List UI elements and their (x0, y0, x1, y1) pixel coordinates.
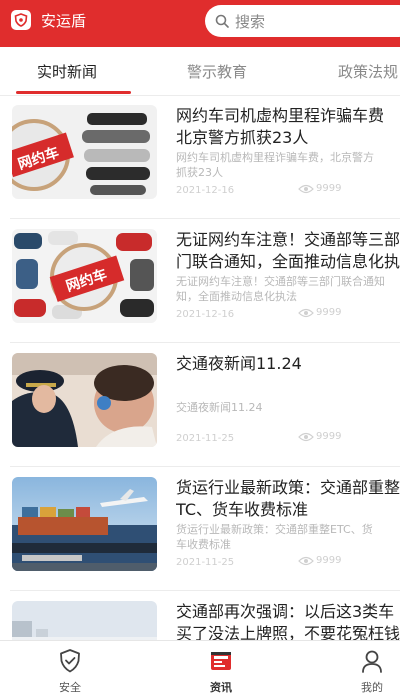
news-title[interactable]: 网约车司机虚构里程诈骗车费 北京警方抓获23人 (176, 105, 400, 149)
app-title: 安运盾 (41, 12, 87, 30)
nav-label: 安全 (59, 681, 81, 694)
user-icon (362, 650, 382, 673)
news-item[interactable]: 交通夜新闻11.24 交通夜新闻11.24 2021-11-25 9999 (0, 343, 400, 467)
news-views: 9999 (298, 555, 341, 566)
eye-icon (298, 308, 314, 317)
bottom-navigation: 安全 资讯 我的 (0, 640, 400, 694)
news-thumbnail (12, 477, 157, 571)
nav-label: 我的 (361, 681, 383, 694)
news-views: 9999 (298, 183, 341, 194)
news-views: 9999 (298, 307, 341, 318)
nav-safety[interactable]: 安全 (30, 641, 110, 694)
category-tabs: 实时新闻 警示教育 政策法规 (0, 47, 400, 96)
search-placeholder: 搜索 (235, 12, 266, 31)
eye-icon (298, 432, 314, 441)
eye-icon (298, 556, 314, 565)
news-item[interactable]: 网约车 网约车司机虚构里程诈骗车费 北京警方抓获23人 网约车司机虚构里程诈骗车… (0, 95, 400, 219)
app-header: 安运盾 搜索 (0, 0, 400, 47)
search-input[interactable]: 搜索 (205, 5, 400, 37)
news-summary: 交通夜新闻11.24 (176, 401, 263, 414)
news-date: 2021-12-16 (176, 309, 235, 320)
nav-label: 资讯 (210, 681, 232, 694)
nav-news[interactable]: 资讯 (181, 641, 261, 694)
tab-warning-education[interactable]: 警示教育 (187, 61, 247, 82)
news-thumbnail (12, 353, 157, 447)
news-title[interactable]: 交通夜新闻11.24 (176, 353, 400, 375)
news-views: 9999 (298, 431, 341, 442)
news-thumbnail (12, 601, 157, 640)
news-date: 2021-12-16 (176, 185, 235, 196)
news-date: 2021-11-25 (176, 557, 235, 568)
tab-policy-regulations[interactable]: 政策法规 (338, 61, 398, 82)
news-summary: 货运行业最新政策：交通部重整ETC、货 车收费标准 (176, 523, 373, 551)
shield-check-icon (60, 649, 80, 673)
eye-icon (298, 184, 314, 193)
news-date: 2021-11-25 (176, 433, 235, 444)
news-list: 网约车 网约车司机虚构里程诈骗车费 北京警方抓获23人 网约车司机虚构里程诈骗车… (0, 95, 400, 640)
shield-logo-icon (11, 10, 31, 30)
news-icon (211, 652, 231, 670)
active-tab-indicator (16, 91, 131, 94)
news-item[interactable]: 网约车 无证网约车注意！交通部等三部 门联合通知，全面推动信息化执法 无证网约车… (0, 219, 400, 343)
tab-realtime-news[interactable]: 实时新闻 (37, 61, 97, 82)
nav-profile[interactable]: 我的 (332, 641, 400, 694)
news-summary: 无证网约车注意！交通部等三部门联合通知 知，全面推动信息化执法 (176, 275, 385, 303)
news-thumbnail: 网约车 (12, 229, 157, 323)
news-thumbnail: 网约车 (12, 105, 157, 199)
search-icon (215, 14, 229, 28)
news-title[interactable]: 无证网约车注意！交通部等三部 门联合通知，全面推动信息化执法 (176, 229, 400, 273)
news-title[interactable]: 货运行业最新政策：交通部重整ET TC、货车收费标准 (176, 477, 400, 521)
news-item[interactable]: 货运行业最新政策：交通部重整ET TC、货车收费标准 货运行业最新政策：交通部重… (0, 467, 400, 591)
news-title[interactable]: 交通部再次强调：以后这3类车 买了没法上牌照，不要花冤枉钱 (176, 601, 400, 640)
news-summary: 网约车司机虚构里程诈骗车费，北京警方 抓获23人 (176, 151, 374, 179)
news-item[interactable]: 交通部再次强调：以后这3类车 买了没法上牌照，不要花冤枉钱 (0, 591, 400, 640)
